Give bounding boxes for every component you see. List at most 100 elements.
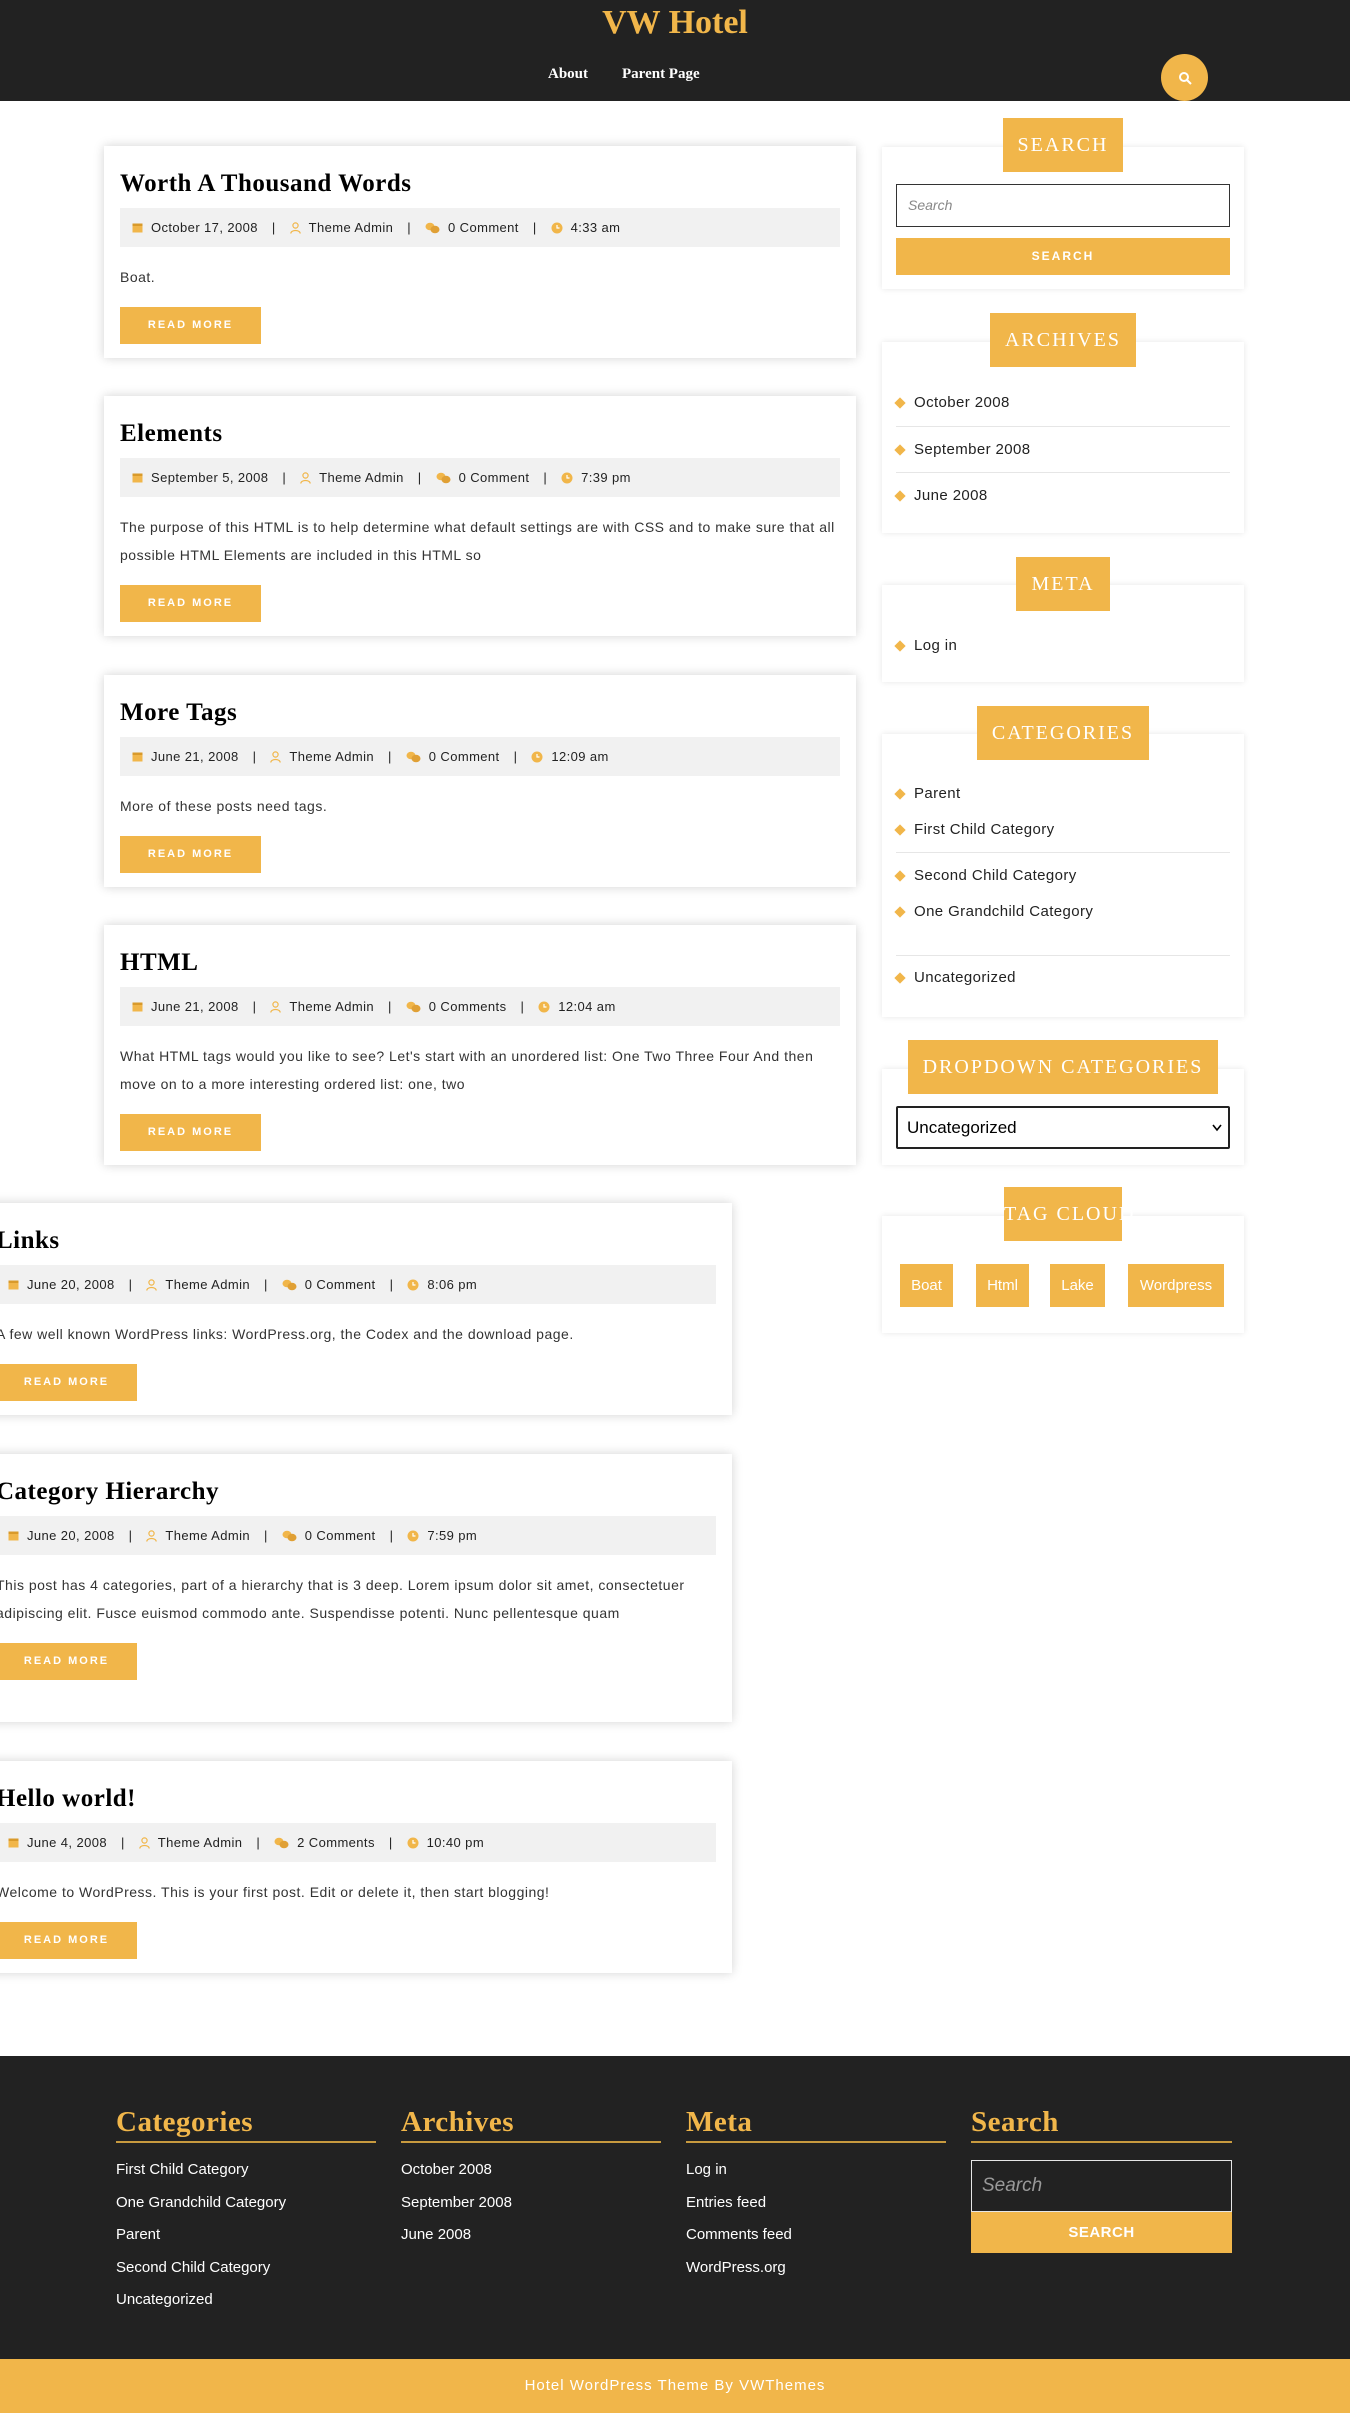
- post-author[interactable]: Theme Admin: [309, 220, 394, 235]
- post-comments[interactable]: 0 Comment: [448, 220, 519, 235]
- post-time: 7:39 pm: [581, 470, 631, 485]
- site-header: VW Hotel About Parent Page: [0, 0, 1350, 101]
- calendar-icon: [132, 223, 143, 233]
- footer-link[interactable]: First Child Category: [116, 2161, 376, 2194]
- archive-item[interactable]: September 2008: [894, 441, 1031, 458]
- dropdown-widget-title: DROPDOWN CATEGORIES: [908, 1040, 1218, 1094]
- post-card: More Tags June 21, 2008 | Theme Admin | …: [104, 675, 856, 887]
- post-date[interactable]: June 21, 2008: [151, 999, 239, 1014]
- post-card: Hello world! June 4, 2008 | Theme Admin …: [0, 1761, 732, 1973]
- archives-widget: ARCHIVES October 2008 September 2008 Jun…: [882, 313, 1244, 533]
- footer-link[interactable]: Comments feed: [686, 2226, 946, 2259]
- post-title[interactable]: Worth A Thousand Words: [120, 170, 840, 198]
- footer-search-button[interactable]: SEARCH: [971, 2212, 1232, 2253]
- read-more-button[interactable]: READ MORE: [120, 307, 261, 344]
- post-date[interactable]: September 5, 2008: [151, 470, 268, 485]
- calendar-icon: [132, 1002, 143, 1012]
- post-date[interactable]: June 20, 2008: [27, 1277, 115, 1292]
- post-author[interactable]: Theme Admin: [319, 470, 404, 485]
- post-card: HTML June 21, 2008 | Theme Admin | 0 Com…: [104, 925, 856, 1165]
- footer-link[interactable]: Uncategorized: [116, 2291, 376, 2324]
- post-title[interactable]: Elements: [120, 420, 840, 448]
- clock-icon: [407, 1279, 419, 1290]
- post-comments[interactable]: 0 Comment: [429, 749, 500, 764]
- archive-item[interactable]: October 2008: [894, 394, 1010, 411]
- chevron-down-icon: [1212, 1124, 1222, 1132]
- footer-link[interactable]: WordPress.org: [686, 2259, 946, 2292]
- header-search-button[interactable]: [1161, 54, 1208, 101]
- post-title[interactable]: HTML: [120, 949, 840, 977]
- post-date[interactable]: June 4, 2008: [27, 1835, 107, 1850]
- post-comments[interactable]: 0 Comment: [459, 470, 530, 485]
- read-more-button[interactable]: READ MORE: [0, 1364, 137, 1401]
- post-excerpt: What HTML tags would you like to see? Le…: [120, 1048, 814, 1092]
- category-item[interactable]: Parent: [894, 785, 961, 802]
- post-author[interactable]: Theme Admin: [289, 749, 374, 764]
- tag-wordpress[interactable]: Wordpress: [1128, 1264, 1224, 1307]
- post-title[interactable]: More Tags: [120, 699, 840, 727]
- post-date[interactable]: June 20, 2008: [27, 1528, 115, 1543]
- archives-widget-title: ARCHIVES: [990, 313, 1136, 367]
- sidebar-search-button[interactable]: SEARCH: [896, 238, 1230, 275]
- post-excerpt: The purpose of this HTML is to help dete…: [120, 519, 835, 563]
- user-icon: [146, 1529, 158, 1542]
- nav-item-about[interactable]: About: [548, 66, 588, 83]
- nav-item-parent-page[interactable]: Parent Page: [622, 66, 700, 83]
- comments-icon: [282, 1279, 297, 1290]
- read-more-button[interactable]: READ MORE: [120, 1114, 261, 1151]
- tag-cloud-widget: TAG CLOUD Boat Html Lake Wordpress: [882, 1187, 1244, 1333]
- footer-link[interactable]: Second Child Category: [116, 2259, 376, 2292]
- clock-icon: [531, 751, 543, 762]
- post-comments[interactable]: 2 Comments: [297, 1835, 375, 1850]
- footer-link[interactable]: September 2008: [401, 2194, 661, 2227]
- post-title[interactable]: Hello world!: [0, 1785, 716, 1813]
- tag-boat[interactable]: Boat: [900, 1264, 953, 1307]
- footer-link[interactable]: June 2008: [401, 2226, 661, 2259]
- read-more-button[interactable]: READ MORE: [120, 585, 261, 622]
- tag-html[interactable]: Html: [976, 1264, 1029, 1307]
- post-comments[interactable]: 0 Comments: [429, 999, 507, 1014]
- comments-icon: [436, 472, 451, 483]
- read-more-button[interactable]: READ MORE: [0, 1922, 137, 1959]
- post-card: Category Hierarchy June 20, 2008 | Theme…: [0, 1454, 732, 1722]
- diamond-bullet-icon: [894, 396, 906, 409]
- user-icon: [270, 1000, 282, 1013]
- read-more-button[interactable]: READ MORE: [0, 1643, 137, 1680]
- post-card: Links June 20, 2008 | Theme Admin | 0 Co…: [0, 1203, 732, 1415]
- read-more-button[interactable]: READ MORE: [120, 836, 261, 873]
- dropdown-categories-widget: DROPDOWN CATEGORIES Uncategorized: [882, 1040, 1244, 1165]
- categories-select[interactable]: Uncategorized: [896, 1106, 1230, 1149]
- category-item[interactable]: Uncategorized: [894, 969, 1016, 986]
- site-title[interactable]: VW Hotel: [0, 4, 1350, 42]
- archive-item[interactable]: June 2008: [894, 487, 988, 504]
- divider: [896, 955, 1230, 956]
- post-comments[interactable]: 0 Comment: [305, 1528, 376, 1543]
- category-item[interactable]: First Child Category: [894, 821, 1055, 838]
- post-comments[interactable]: 0 Comment: [305, 1277, 376, 1292]
- post-time: 12:04 am: [558, 999, 616, 1014]
- sidebar-search-input[interactable]: Search: [896, 184, 1230, 227]
- search-widget-title: SEARCH: [1003, 118, 1123, 172]
- post-author[interactable]: Theme Admin: [289, 999, 374, 1014]
- post-author[interactable]: Theme Admin: [165, 1528, 250, 1543]
- meta-item-login[interactable]: Log in: [894, 637, 957, 654]
- footer-search-input[interactable]: Search: [971, 2160, 1232, 2212]
- calendar-icon: [8, 1531, 19, 1541]
- post-author[interactable]: Theme Admin: [158, 1835, 243, 1850]
- meta-widget-title: META: [1016, 557, 1110, 611]
- post-title[interactable]: Links: [0, 1227, 716, 1255]
- tag-lake[interactable]: Lake: [1050, 1264, 1105, 1307]
- footer-link[interactable]: Entries feed: [686, 2194, 946, 2227]
- footer-link[interactable]: October 2008: [401, 2161, 661, 2194]
- footer-link[interactable]: Parent: [116, 2226, 376, 2259]
- footer-link[interactable]: One Grandchild Category: [116, 2194, 376, 2227]
- category-item[interactable]: Second Child Category: [894, 867, 1077, 884]
- post-title[interactable]: Category Hierarchy: [0, 1478, 716, 1506]
- post-date[interactable]: June 21, 2008: [151, 749, 239, 764]
- footer-link[interactable]: Log in: [686, 2161, 946, 2194]
- post-date[interactable]: October 17, 2008: [151, 220, 258, 235]
- category-item[interactable]: One Grandchild Category: [894, 903, 1093, 920]
- post-meta: September 5, 2008 | Theme Admin | 0 Comm…: [120, 458, 840, 497]
- diamond-bullet-icon: [894, 787, 906, 800]
- post-author[interactable]: Theme Admin: [165, 1277, 250, 1292]
